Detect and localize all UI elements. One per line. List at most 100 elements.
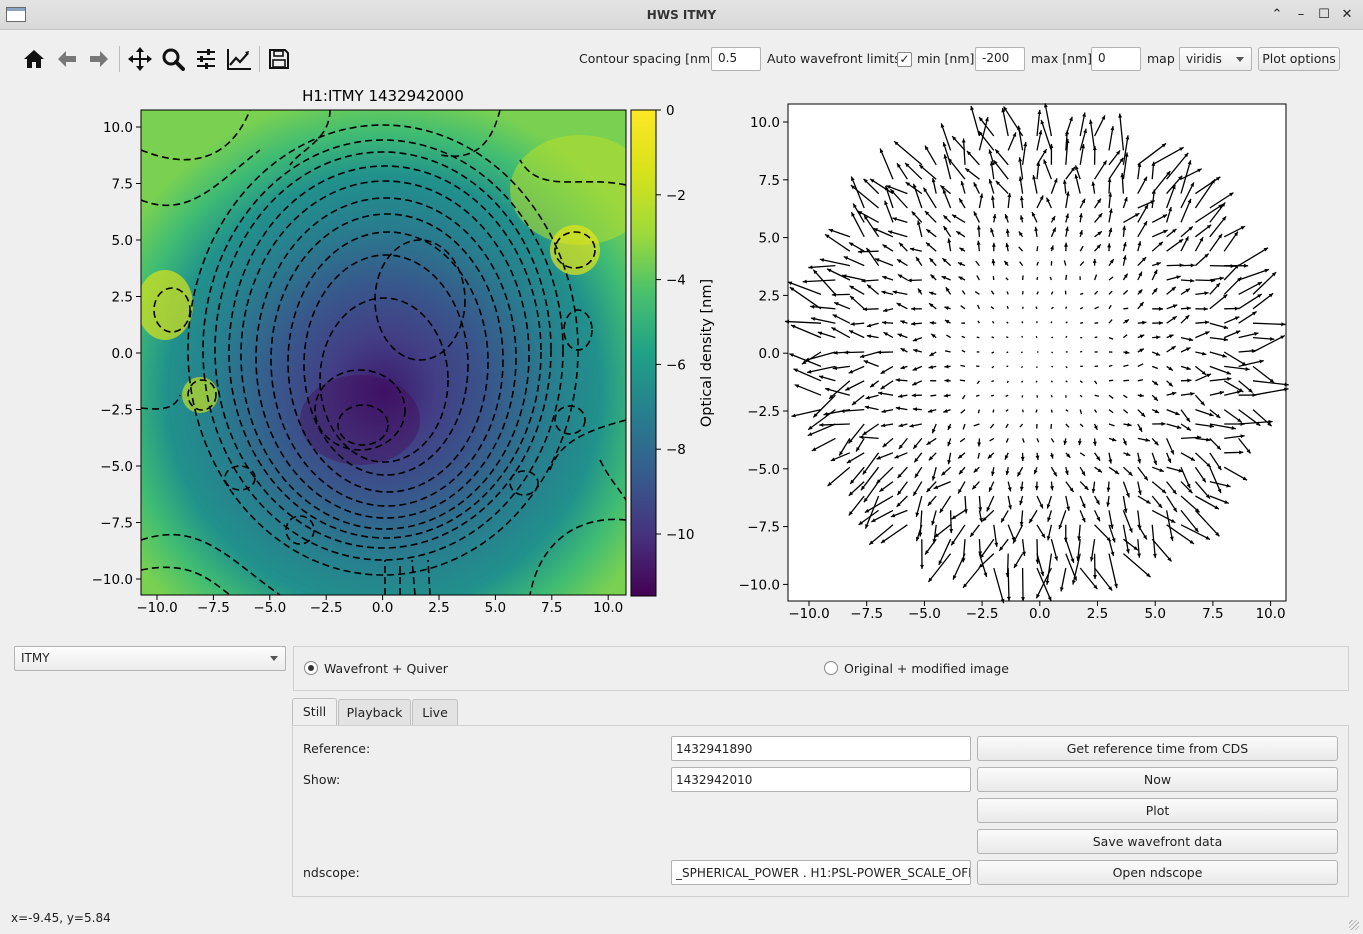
max-input[interactable]: 0 <box>1091 47 1141 71</box>
wavefront-y-axis: 10.0 7.5 5.0 2.5 0.0 −2.5 −5.0 −7.5 −10.0 <box>92 120 141 588</box>
y-tick-label: −7.5 <box>747 520 780 536</box>
tab-playback[interactable]: Playback <box>338 699 411 726</box>
x-tick-label: 5.0 <box>485 600 506 616</box>
now-button[interactable]: Now <box>977 767 1338 792</box>
contour-spacing-label: Contour spacing [nm]: <box>579 51 720 66</box>
show-input[interactable]: 1432942010 <box>671 767 971 792</box>
colorbar-tick-label: −6 <box>666 357 686 373</box>
colorbar-tick-label: −2 <box>666 188 686 204</box>
x-tick-label: 7.5 <box>541 600 562 616</box>
x-tick-label: 7.5 <box>1202 606 1223 620</box>
x-tick-label: 0.0 <box>372 600 393 616</box>
colorbar-label: Optical density [nm] <box>699 279 715 427</box>
plot-button[interactable]: Plot <box>977 798 1338 823</box>
optic-select-value: ITMY <box>21 651 50 665</box>
radio-original-modified[interactable] <box>824 661 838 675</box>
y-tick-label: −10.0 <box>739 577 780 593</box>
quiver-arrow <box>992 409 995 413</box>
tab-still[interactable]: Still <box>292 698 337 726</box>
quiver-arrow <box>1036 276 1039 281</box>
x-tick-label: −5.0 <box>908 606 941 620</box>
y-tick-label: −7.5 <box>100 516 133 532</box>
wavefront-plot-title: H1:ITMY 1432942000 <box>302 87 464 105</box>
quiver-arrow <box>1021 335 1024 338</box>
wavefront-heatmap <box>141 110 626 595</box>
pan-icon[interactable] <box>125 44 155 74</box>
quiver-arrow <box>1006 351 1009 354</box>
radio-original-modified-label[interactable]: Original + modified image <box>844 661 1009 676</box>
auto-limits-label: Auto wavefront limits: <box>767 51 905 66</box>
y-tick-label: −10.0 <box>92 572 133 588</box>
home-icon[interactable] <box>19 44 49 74</box>
y-tick-label: −5.0 <box>100 459 133 475</box>
tab-live[interactable]: Live <box>412 699 458 726</box>
y-tick-label: 7.5 <box>112 177 133 193</box>
status-coordinates: x=-9.45, y=5.84 <box>11 911 111 925</box>
min-input[interactable]: -200 <box>975 47 1025 71</box>
window-title: HWS ITMY <box>646 8 717 22</box>
contour-spacing-input[interactable]: 0.5 <box>711 47 761 71</box>
quiver-arrow <box>1065 335 1068 338</box>
resize-grip[interactable] <box>1349 920 1359 930</box>
get-reference-button[interactable]: Get reference time from CDS <box>977 736 1338 761</box>
quiver-arrow <box>1065 274 1068 281</box>
colorbar-tick-label: −4 <box>666 273 686 289</box>
optic-select[interactable]: ITMY <box>14 646 286 671</box>
map-label: map <box>1147 51 1175 66</box>
quiver-arrow <box>1080 350 1083 353</box>
configure-icon[interactable] <box>191 44 221 74</box>
reference-input[interactable]: 1432941890 <box>671 736 971 761</box>
quiver-arrow <box>1036 246 1039 252</box>
chevron-up-icon[interactable]: ⌃ <box>1268 6 1286 24</box>
quiver-arrow <box>1108 379 1114 382</box>
x-tick-label: 10.0 <box>1256 606 1286 620</box>
radio-wavefront-quiver-label[interactable]: Wavefront + Quiver <box>324 661 448 676</box>
x-tick-label: −2.5 <box>310 600 343 616</box>
minimize-icon[interactable]: – <box>1292 6 1310 24</box>
auto-limits-checkbox[interactable]: ✓ <box>897 52 912 67</box>
y-tick-label: −2.5 <box>100 403 133 419</box>
ndscope-input[interactable]: _SPHERICAL_POWER . H1:PSL-POWER_SCALE_OF… <box>671 860 971 885</box>
forward-icon[interactable] <box>84 44 114 74</box>
quiver-arrow <box>1050 409 1053 413</box>
y-tick-label: 5.0 <box>759 231 780 247</box>
max-label: max [nm] <box>1031 51 1093 66</box>
show-label: Show: <box>303 772 341 787</box>
y-tick-label: 10.0 <box>103 120 133 136</box>
x-tick-label: 5.0 <box>1144 606 1165 620</box>
open-ndscope-button[interactable]: Open ndscope <box>977 860 1338 885</box>
quiver-arrow <box>1007 567 1010 601</box>
maximize-icon[interactable]: ☐ <box>1315 6 1333 24</box>
quiver-arrow <box>990 394 994 397</box>
colorbar <box>630 109 657 597</box>
quiver-arrow <box>1021 321 1024 324</box>
zoom-icon[interactable] <box>158 44 188 74</box>
y-tick-label: 0.0 <box>759 346 780 362</box>
quiver-arrow <box>1123 307 1129 310</box>
quiver-arrow <box>1094 336 1098 339</box>
radio-wavefront-quiver[interactable] <box>304 661 318 675</box>
x-tick-label: −2.5 <box>966 606 999 620</box>
quiver-arrow <box>930 394 937 397</box>
save-icon[interactable] <box>264 44 294 74</box>
save-wavefront-button[interactable]: Save wavefront data <box>977 829 1338 854</box>
y-tick-label: 7.5 <box>759 173 780 189</box>
x-tick-label: −5.0 <box>253 600 286 616</box>
back-icon[interactable] <box>52 44 82 74</box>
close-icon[interactable]: ✕ <box>1338 6 1356 24</box>
colorbar-axis: 0 −2 −4 −6 −8 −10 <box>656 103 695 543</box>
quiver-arrow <box>991 336 994 339</box>
plot-options-button[interactable]: Plot options <box>1258 47 1340 71</box>
quiver-arrow <box>1021 380 1024 383</box>
figure-canvas[interactable]: H1:ITMY 1432942000 −10.0 −7.5 −5.0 −2.5 … <box>0 80 1363 620</box>
chevron-down-icon <box>1236 57 1244 62</box>
quiver-y-axis: 10.0 7.5 5.0 2.5 0.0 −2.5 −5.0 −7.5 −10.0 <box>739 115 788 593</box>
edit-axis-icon[interactable] <box>224 44 254 74</box>
quiver-arrow <box>1021 306 1024 309</box>
quiver-arrow <box>1035 380 1038 383</box>
colormap-select[interactable]: viridis <box>1179 47 1252 71</box>
quiver-arrow <box>1006 380 1009 384</box>
quiver-arrow <box>1123 379 1130 382</box>
x-tick-label: −7.5 <box>197 600 230 616</box>
quiver-arrow <box>1065 306 1068 309</box>
